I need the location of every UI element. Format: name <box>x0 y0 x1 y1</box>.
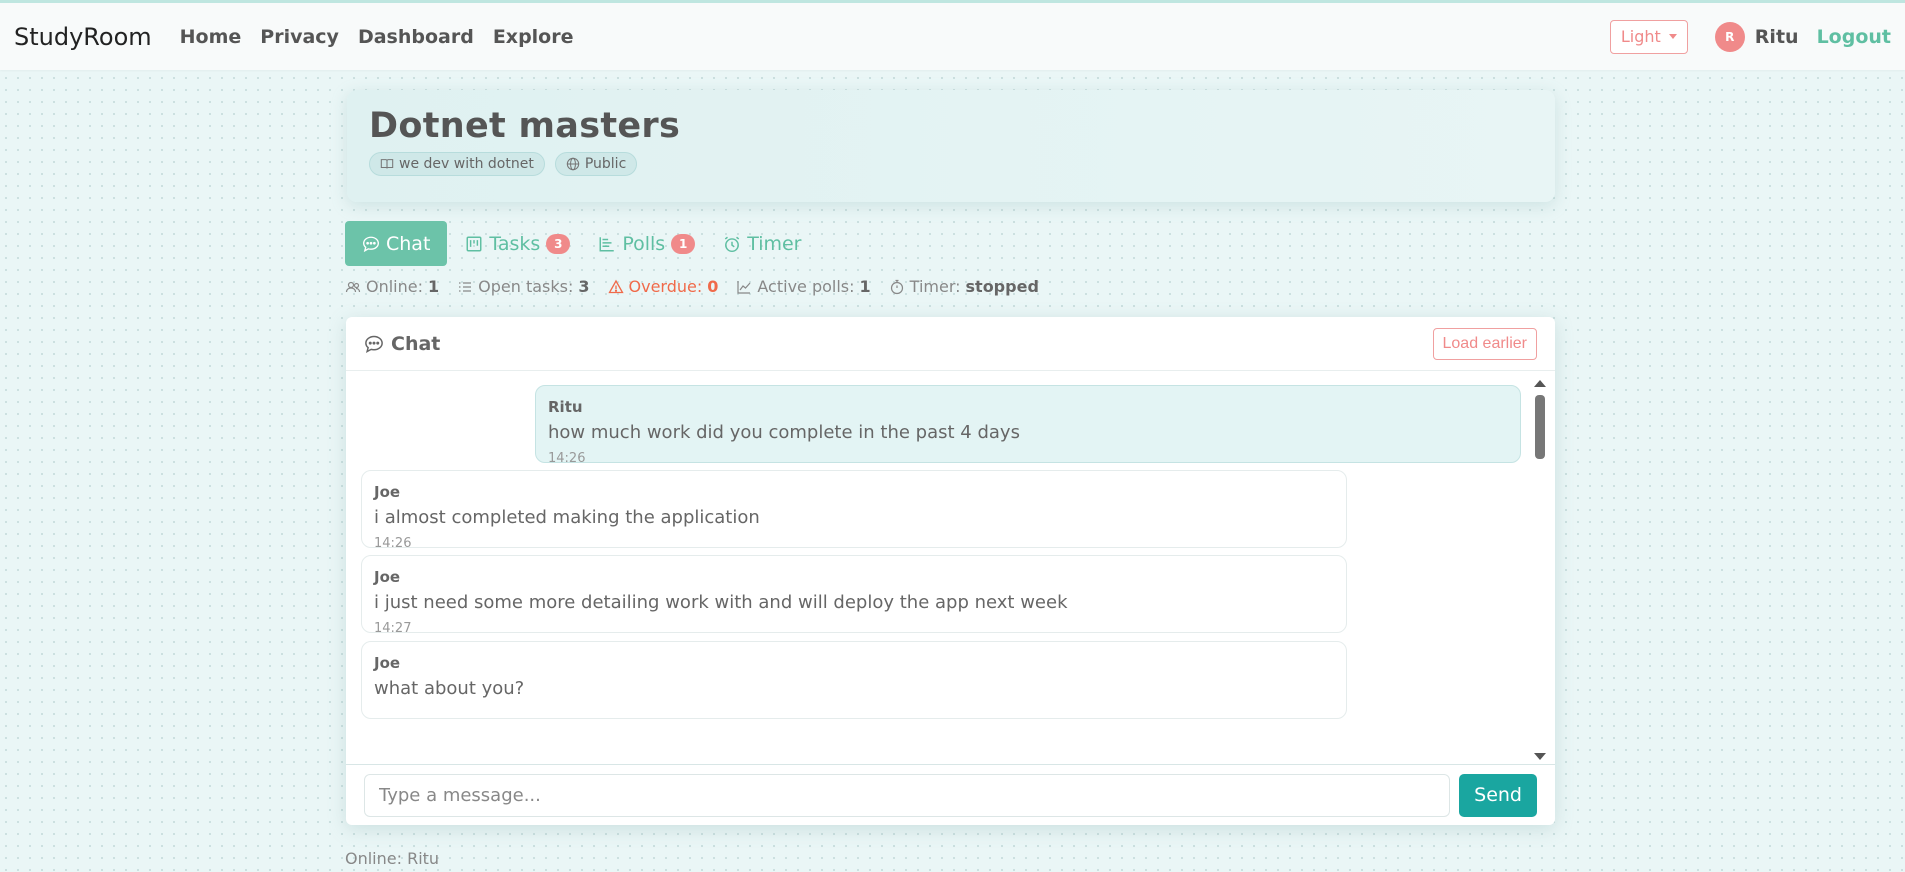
stat-overdue-label: Overdue: <box>628 277 703 296</box>
nav-links: Home Privacy Dashboard Explore <box>180 26 574 48</box>
stat-open-tasks-label: Open tasks: <box>478 277 574 296</box>
nav-dashboard[interactable]: Dashboard <box>358 26 474 48</box>
poll-icon <box>599 236 615 251</box>
stat-overdue-value: 0 <box>707 277 719 296</box>
tab-polls-label: Polls <box>622 232 666 255</box>
chat-icon <box>365 335 383 353</box>
avatar: R <box>1714 21 1745 52</box>
tab-chat[interactable]: Chat <box>345 221 448 266</box>
room-header: Dotnet masters we dev with dotnet Public <box>347 90 1555 202</box>
polls-badge: 1 <box>671 233 696 254</box>
nav-right: Light R Ritu Logout <box>1609 19 1891 54</box>
stat-timer: Timer: stopped <box>889 277 1039 296</box>
message-item: Joe i almost completed making the applic… <box>361 470 1347 551</box>
stat-active-polls: Active polls: 1 <box>736 277 871 296</box>
message-item: Ritu how much work did you complete in t… <box>535 385 1521 466</box>
message-composer: Send <box>346 764 1555 825</box>
message-item: Joe what about you? <box>361 641 1347 719</box>
warning-icon <box>607 279 624 293</box>
visibility-tag: Public <box>554 152 638 176</box>
nav-privacy[interactable]: Privacy <box>260 26 339 48</box>
stat-overdue: Overdue: 0 <box>607 277 719 296</box>
trend-icon <box>737 280 751 294</box>
room-stats: Online: 1 Open tasks: 3 Overdue: 0 Activ… <box>345 277 1039 296</box>
message-input[interactable] <box>364 773 1451 817</box>
message-author: Joe <box>374 654 401 672</box>
list-icon <box>459 281 472 292</box>
message-author: Joe <box>374 568 401 586</box>
message-time: 14:27 <box>374 621 412 636</box>
visibility-label: Public <box>584 156 627 172</box>
tab-chat-label: Chat <box>386 232 431 255</box>
message-author: Joe <box>374 483 401 501</box>
stat-active-polls-label: Active polls: <box>757 277 855 296</box>
alarm-icon <box>724 236 740 252</box>
room-tags: we dev with dotnet Public <box>369 152 1533 176</box>
message-time: 14:26 <box>548 451 586 466</box>
send-button[interactable]: Send <box>1459 773 1537 817</box>
message-text: what about you? <box>374 678 525 699</box>
subject-tag: we dev with dotnet <box>369 152 545 176</box>
chat-icon <box>363 236 379 252</box>
message-text: i almost completed making the applicatio… <box>374 507 760 528</box>
tab-tasks-label: Tasks <box>489 232 541 255</box>
message-list[interactable]: Ritu how much work did you complete in t… <box>346 372 1555 763</box>
stat-timer-label: Timer: <box>909 277 961 296</box>
scroll-thumb[interactable] <box>1535 395 1545 459</box>
room-title: Dotnet masters <box>369 106 681 146</box>
book-icon <box>380 159 394 169</box>
theme-dropdown[interactable]: Light <box>1609 19 1688 54</box>
nav-home[interactable]: Home <box>180 26 242 48</box>
globe-icon <box>566 157 580 171</box>
tab-polls[interactable]: Polls 1 <box>588 221 705 266</box>
message-scrollbar[interactable] <box>1533 380 1547 760</box>
stat-online-label: Online: <box>366 277 423 296</box>
chat-title-label: Chat <box>391 332 441 355</box>
message-time: 14:26 <box>374 536 412 551</box>
tab-tasks[interactable]: Tasks 3 <box>455 221 580 266</box>
navbar: StudyRoom Home Privacy Dashboard Explore… <box>0 0 1905 70</box>
message-item: Joe i just need some more detailing work… <box>361 555 1347 636</box>
tab-timer-label: Timer <box>747 232 802 255</box>
caret-down-icon <box>1668 34 1677 39</box>
stat-open-tasks: Open tasks: 3 <box>457 277 590 296</box>
message-text: i just need some more detailing work wit… <box>374 592 1068 613</box>
people-icon <box>345 281 361 292</box>
online-users-text: Online: Ritu <box>345 849 440 868</box>
message-text: how much work did you complete in the pa… <box>548 422 1020 443</box>
room-tabs: Chat Tasks 3 Polls 1 Timer <box>345 221 812 266</box>
scroll-up-icon[interactable] <box>1534 380 1546 387</box>
kanban-icon <box>466 236 482 251</box>
stat-timer-value: stopped <box>965 277 1039 296</box>
chat-header: Chat Load earlier <box>346 317 1555 371</box>
subject-label: we dev with dotnet <box>399 156 534 172</box>
stat-online: Online: 1 <box>345 277 439 296</box>
load-earlier-button[interactable]: Load earlier <box>1432 327 1537 360</box>
username: Ritu <box>1754 25 1799 48</box>
logout-link[interactable]: Logout <box>1817 26 1891 48</box>
nav-explore[interactable]: Explore <box>493 26 574 48</box>
stat-online-value: 1 <box>428 277 440 296</box>
stat-active-polls-value: 1 <box>859 277 871 296</box>
stat-open-tasks-value: 3 <box>578 277 590 296</box>
chat-panel: Chat Load earlier Ritu how much work did… <box>346 317 1555 825</box>
theme-label: Light <box>1620 27 1661 46</box>
tasks-badge: 3 <box>546 233 571 254</box>
brand-link[interactable]: StudyRoom <box>14 23 152 51</box>
scroll-down-icon[interactable] <box>1534 753 1546 760</box>
tab-timer[interactable]: Timer <box>713 221 811 266</box>
stopwatch-icon <box>890 279 903 294</box>
message-author: Ritu <box>548 398 583 416</box>
chat-title: Chat <box>364 333 440 355</box>
